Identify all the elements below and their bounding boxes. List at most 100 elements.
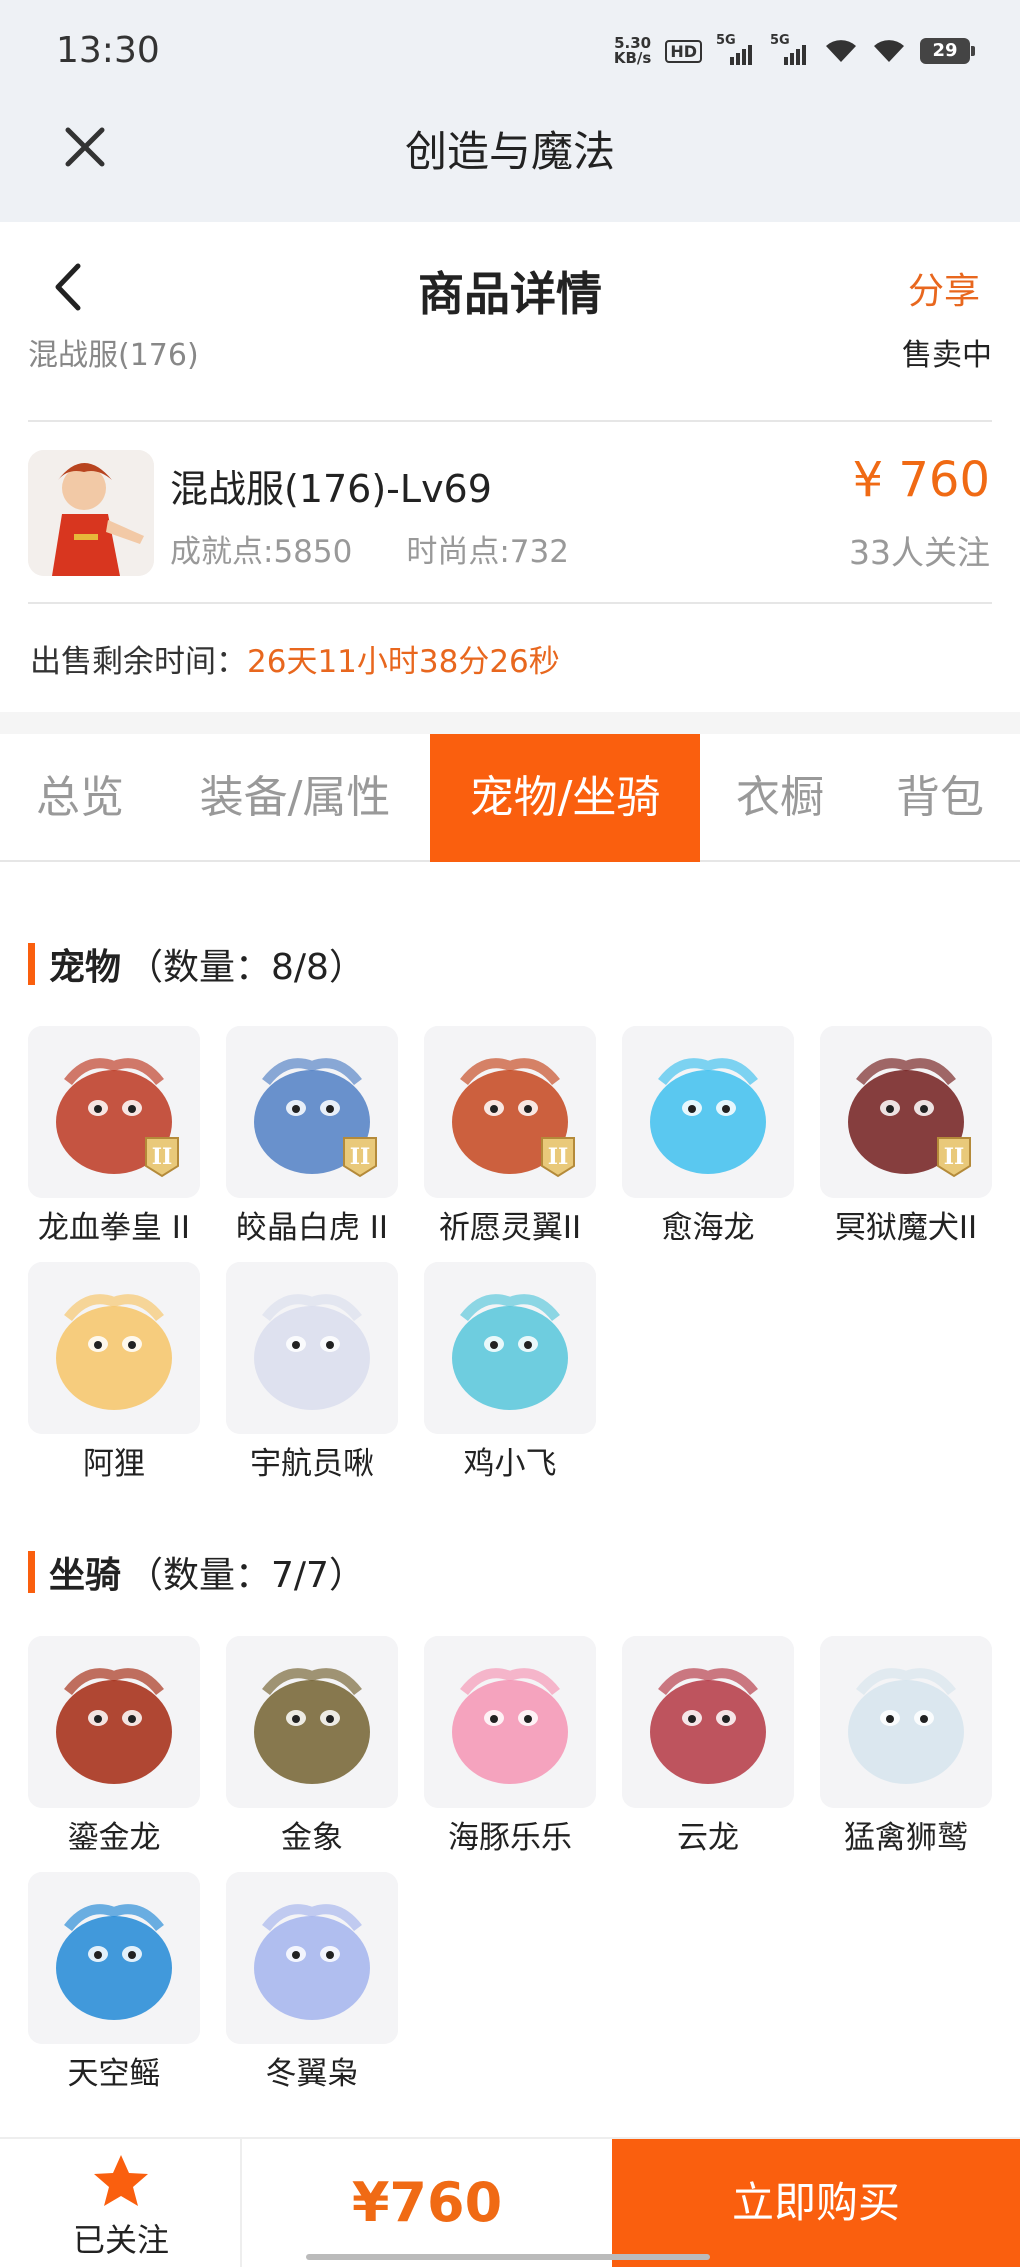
remaining-time-label: 出售剩余时间： — [30, 644, 247, 680]
pet-item[interactable]: 宇航员啾 — [226, 1262, 398, 1483]
mount-name: 鎏金龙 — [67, 1820, 161, 1856]
mounts-count: （数量：7/7） — [127, 1555, 365, 1596]
mount-item[interactable]: 金象 — [226, 1636, 398, 1857]
network-speed: 5.30 KB/s — [614, 36, 651, 66]
pet-name: 阿狸 — [83, 1446, 145, 1482]
clipped-status: 售卖中 — [902, 338, 992, 372]
battery-icon: 29 — [920, 38, 975, 64]
pet-image — [226, 1262, 398, 1434]
mounts-title: 坐骑 — [49, 1555, 122, 1596]
mount-image — [28, 1636, 200, 1808]
buy-now-button[interactable]: 立即购买 — [612, 2139, 1020, 2267]
pets-count: （数量：8/8） — [127, 947, 365, 988]
pet-item[interactable]: II 皎晶白虎 II — [226, 1026, 398, 1247]
mount-image — [226, 1872, 398, 2044]
signal-label-2: 5G — [770, 33, 790, 48]
tab-backpack[interactable]: 背包 — [878, 734, 1002, 862]
signal-label-1: 5G — [716, 33, 736, 48]
page-title: 商品详情 — [418, 267, 602, 321]
pet-name: 鸡小飞 — [463, 1446, 557, 1482]
pets-section-title: 宠物 （数量：8/8） — [28, 938, 365, 990]
pet-item[interactable]: II 龙血拳皇 II — [28, 1026, 200, 1247]
pet-item[interactable]: II 冥狱魔犬II — [820, 1026, 992, 1247]
follow-label: 已关注 — [72, 2221, 169, 2259]
mount-image — [28, 1872, 200, 2044]
pet-image: II — [226, 1026, 398, 1198]
network-speed-unit: KB/s — [613, 49, 652, 67]
pet-name: 愈海龙 — [661, 1210, 755, 1246]
svg-text:II: II — [350, 1144, 371, 1170]
tab-equipment[interactable]: 装备/属性 — [180, 734, 410, 862]
detail-tabs: 总览 装备/属性 宠物/坐骑 衣橱 背包 — [0, 734, 1020, 862]
status-time: 13:30 — [56, 30, 160, 71]
mount-image — [622, 1636, 794, 1808]
pet-image: II — [28, 1026, 200, 1198]
mount-item[interactable]: 猛禽狮鹫 — [820, 1636, 992, 1857]
mount-item[interactable]: 冬翼枭 — [226, 1872, 398, 2093]
character-stats: 成就点:5850 时尚点:732 — [170, 526, 569, 571]
pet-name: 宇航员啾 — [250, 1446, 374, 1482]
home-indicator[interactable] — [306, 2254, 710, 2260]
mount-item[interactable]: 海豚乐乐 — [424, 1636, 596, 1857]
wifi-icon-1 — [826, 40, 856, 62]
clipped-server: 混战服(176) — [28, 338, 199, 372]
section-accent-bar — [28, 943, 35, 985]
pet-item[interactable]: 阿狸 — [28, 1262, 200, 1483]
mount-item[interactable]: 天空鳐 — [28, 1872, 200, 2093]
achievement-points: 成就点:5850 — [170, 534, 353, 570]
divider — [28, 420, 992, 422]
follow-button[interactable]: 已关注 — [0, 2139, 242, 2267]
pet-item[interactable]: II 祈愿灵翼II — [424, 1026, 596, 1247]
pet-name: 冥狱魔犬II — [834, 1210, 978, 1246]
character-name: 混战服(176)-Lv69 — [170, 467, 492, 511]
pet-image: II — [820, 1026, 992, 1198]
pet-name: 皎晶白虎 II — [235, 1210, 389, 1246]
tab-wardrobe[interactable]: 衣橱 — [720, 734, 840, 862]
remaining-time-value: 26天11小时38分26秒 — [247, 644, 560, 680]
fashion-points: 时尚点:732 — [406, 534, 569, 570]
pet-image: II — [424, 1026, 596, 1198]
mount-item[interactable]: 云龙 — [622, 1636, 794, 1857]
mount-name: 云龙 — [677, 1820, 739, 1856]
mount-name: 猛禽狮鹫 — [844, 1820, 968, 1856]
remaining-time: 出售剩余时间：26天11小时38分26秒 — [30, 636, 560, 681]
divider — [28, 602, 992, 604]
hd-icon: HD — [665, 39, 702, 63]
pet-name: 龙血拳皇 II — [37, 1210, 191, 1246]
mount-name: 金象 — [281, 1820, 343, 1856]
section-gap — [0, 712, 1020, 734]
pet-item[interactable]: 愈海龙 — [622, 1026, 794, 1247]
svg-text:II: II — [152, 1144, 173, 1170]
mount-image — [226, 1636, 398, 1808]
pet-name: 祈愿灵翼II — [438, 1210, 582, 1246]
mounts-section-title: 坐骑 （数量：7/7） — [28, 1546, 365, 1598]
mount-name: 冬翼枭 — [265, 2056, 359, 2092]
section-accent-bar — [28, 1551, 35, 1593]
signal-icon-1: 5G — [716, 33, 756, 65]
bottom-price: ¥760 — [351, 2171, 503, 2234]
signal-icon-2: 5G — [770, 33, 810, 65]
pet-image — [424, 1262, 596, 1434]
bottom-action-bar: 已关注 ¥760 立即购买 — [0, 2137, 1020, 2267]
page-header: 商品详情 分享 — [0, 222, 1020, 350]
svg-text:II: II — [548, 1144, 569, 1170]
app-title: 创造与魔法 — [404, 127, 615, 176]
mount-name: 海豚乐乐 — [448, 1820, 572, 1856]
share-button[interactable]: 分享 — [908, 262, 980, 314]
status-icons: 5.30 KB/s HD 5G 5G 29 — [614, 33, 975, 66]
follower-count: 33人关注 — [849, 533, 990, 572]
mount-image — [424, 1636, 596, 1808]
mount-image — [820, 1636, 992, 1808]
star-icon — [94, 2155, 148, 2206]
tab-pets-mounts[interactable]: 宠物/坐骑 — [430, 734, 700, 862]
tab-overview[interactable]: 总览 — [12, 734, 148, 862]
character-avatar — [28, 450, 154, 576]
mount-item[interactable]: 鎏金龙 — [28, 1636, 200, 1857]
listing-price: ¥ 760 — [852, 452, 990, 508]
pet-item[interactable]: 鸡小飞 — [424, 1262, 596, 1483]
clipped-summary-row: 混战服(176) 售卖中 — [28, 338, 992, 372]
mount-name: 天空鳐 — [67, 2056, 161, 2092]
pet-image — [622, 1026, 794, 1198]
wifi-icon-2 — [874, 40, 904, 62]
pets-title: 宠物 — [49, 947, 122, 988]
